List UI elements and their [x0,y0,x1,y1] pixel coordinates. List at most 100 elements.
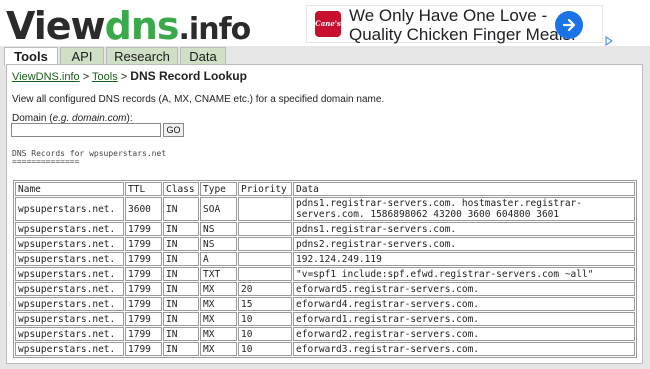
cell-priority [238,252,292,266]
cell-type: MX [200,327,237,341]
breadcrumb-separator: > [120,71,128,83]
cell-ttl: 3600 [125,197,162,221]
cell-class: IN [163,267,199,281]
dns-records-table: Name TTL Class Type Priority Data wpsupe… [13,180,637,358]
cell-priority [238,267,292,281]
table-row: wpsuperstars.net. 1799 IN MX 10 eforward… [15,327,635,341]
site-header: Viewdns.info Cane's We Only Have One Lov… [0,0,650,48]
cell-data: eforward1.registrar-servers.com. [293,312,635,326]
cell-class: IN [163,222,199,236]
go-button[interactable]: GO [163,123,184,137]
cell-priority: 10 [238,312,292,326]
records-heading-underline: ============== [12,157,80,166]
cell-class: IN [163,282,199,296]
cell-type: SOA [200,197,237,221]
cell-data: eforward4.registrar-servers.com. [293,297,635,311]
cell-data: pdns2.registrar-servers.com. [293,237,635,251]
cell-name: wpsuperstars.net. [15,282,124,296]
cell-priority: 20 [238,282,292,296]
tab-research[interactable]: Research [106,47,178,65]
cell-data: pdns1.registrar-servers.com. [293,222,635,236]
cell-data: eforward5.registrar-servers.com. [293,282,635,296]
cell-class: IN [163,297,199,311]
table-row: wpsuperstars.net. 1799 IN NS pdns2.regis… [15,237,635,251]
tab-bar: Tools API Research Data [0,46,650,66]
cell-type: A [200,252,237,266]
cell-priority: 15 [238,297,292,311]
cell-ttl: 1799 [125,267,162,281]
cell-class: IN [163,197,199,221]
table-row: wpsuperstars.net. 1799 IN NS pdns1.regis… [15,222,635,236]
table-row: wpsuperstars.net. 1799 IN MX 20 eforward… [15,282,635,296]
content-panel: ViewDNS.info > Tools > DNS Record Lookup… [6,64,643,364]
cell-ttl: 1799 [125,327,162,341]
page-title: DNS Record Lookup [130,69,247,83]
cell-class: IN [163,237,199,251]
cell-name: wpsuperstars.net. [15,327,124,341]
table-row: wpsuperstars.net. 1799 IN MX 10 eforward… [15,312,635,326]
cell-type: MX [200,282,237,296]
ad-line-1: We Only Have One Love - [349,6,548,25]
cell-type: MX [200,297,237,311]
column-header-type: Type [200,182,237,196]
cell-class: IN [163,312,199,326]
adchoices-icon[interactable] [605,33,614,47]
cell-name: wpsuperstars.net. [15,267,124,281]
cell-name: wpsuperstars.net. [15,237,124,251]
column-header-priority: Priority [238,182,292,196]
cell-type: NS [200,222,237,236]
cell-name: wpsuperstars.net. [15,252,124,266]
cell-type: NS [200,237,237,251]
column-header-name: Name [15,182,124,196]
cell-type: MX [200,342,237,356]
domain-input[interactable] [11,123,161,137]
cell-priority: 10 [238,342,292,356]
cell-data: eforward3.registrar-servers.com. [293,342,635,356]
breadcrumb: ViewDNS.info > Tools > DNS Record Lookup [12,69,247,83]
cell-priority [238,197,292,221]
cell-ttl: 1799 [125,297,162,311]
ad-text: We Only Have One Love - Quality Chicken … [349,6,576,44]
tab-api[interactable]: API [60,47,104,65]
ad-line-2: Quality Chicken Finger Meals. [349,25,576,44]
breadcrumb-separator: > [82,71,90,83]
cell-priority: 10 [238,327,292,341]
cell-ttl: 1799 [125,237,162,251]
tab-data[interactable]: Data [180,47,226,65]
logo-dns: dns [104,4,180,48]
breadcrumb-tools-link[interactable]: Tools [92,71,118,83]
cell-class: IN [163,342,199,356]
viewdns-logo[interactable]: Viewdns.info [6,4,252,48]
records-heading: DNS Records for wpsuperstars.net =======… [12,150,166,166]
cell-name: wpsuperstars.net. [15,197,124,221]
cell-name: wpsuperstars.net. [15,312,124,326]
arrow-right-icon[interactable] [555,11,583,39]
cell-priority [238,237,292,251]
ad-brand-logo: Cane's [315,11,341,37]
cell-ttl: 1799 [125,222,162,236]
table-row: wpsuperstars.net. 1799 IN MX 15 eforward… [15,297,635,311]
page-description: View all configured DNS records (A, MX, … [12,94,385,105]
logo-view: View [6,4,106,48]
cell-name: wpsuperstars.net. [15,222,124,236]
advertisement-banner[interactable]: Cane's We Only Have One Love - Quality C… [306,5,614,47]
cell-name: wpsuperstars.net. [15,297,124,311]
cell-data: pdns1.registrar-servers.com. hostmaster.… [293,197,635,221]
table-row: wpsuperstars.net. 1799 IN A 192.124.249.… [15,252,635,266]
cell-ttl: 1799 [125,312,162,326]
column-header-ttl: TTL [125,182,162,196]
logo-info: .info [178,12,252,47]
cell-ttl: 1799 [125,252,162,266]
cell-data: "v=spf1 include:spf.efwd.registrar-serve… [293,267,635,281]
cell-ttl: 1799 [125,342,162,356]
cell-type: MX [200,312,237,326]
cell-priority [238,222,292,236]
cell-class: IN [163,252,199,266]
breadcrumb-home-link[interactable]: ViewDNS.info [12,71,80,83]
cell-data: 192.124.249.119 [293,252,635,266]
table-row: wpsuperstars.net. 3600 IN SOA pdns1.regi… [15,197,635,221]
cell-data: eforward2.registrar-servers.com. [293,327,635,341]
cell-ttl: 1799 [125,282,162,296]
table-row: wpsuperstars.net. 1799 IN TXT "v=spf1 in… [15,267,635,281]
column-header-class: Class [163,182,199,196]
